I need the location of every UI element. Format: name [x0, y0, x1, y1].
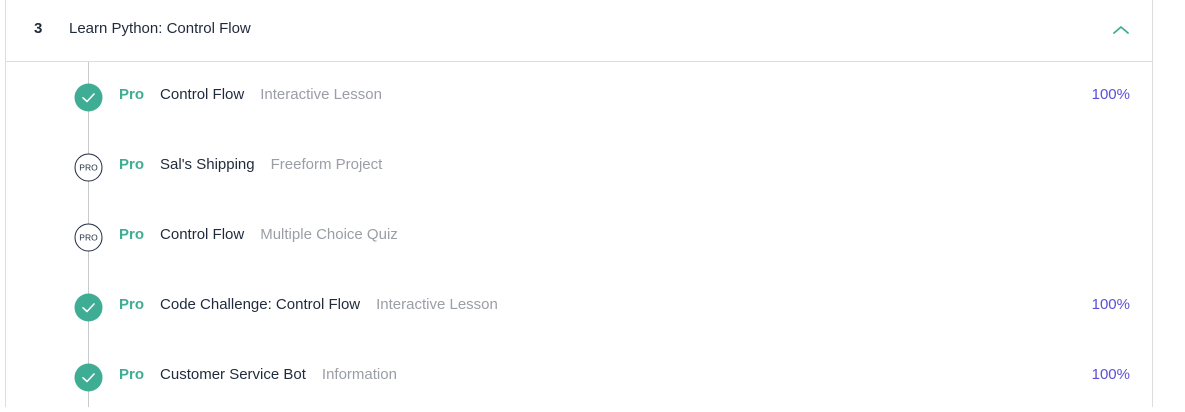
item-title[interactable]: Sal's Shipping: [160, 156, 255, 173]
pro-label: Pro: [119, 366, 145, 383]
pro-badge-text: PRO: [79, 163, 98, 173]
item-text: Pro Customer Service Bot Information: [119, 366, 397, 383]
pro-badge-icon: PRO: [74, 223, 103, 252]
pro-badge-icon: PRO: [74, 153, 103, 182]
module-panel: 3 Learn Python: Control Flow Pro Control …: [5, 0, 1153, 407]
item-type: Interactive Lesson: [376, 296, 498, 313]
list-item[interactable]: PRO Pro Control Flow Multiple Choice Quiz: [6, 202, 1152, 272]
list-item[interactable]: Pro Control Flow Interactive Lesson 100%: [6, 62, 1152, 132]
item-type: Multiple Choice Quiz: [260, 226, 398, 243]
item-type: Freeform Project: [270, 156, 383, 173]
item-progress: 100%: [1091, 366, 1130, 383]
item-title[interactable]: Customer Service Bot: [160, 366, 306, 383]
item-title[interactable]: Code Challenge: Control Flow: [160, 296, 360, 313]
chevron-up-icon[interactable]: [1109, 20, 1133, 40]
pro-label: Pro: [119, 156, 145, 173]
item-title[interactable]: Control Flow: [160, 226, 244, 243]
item-text: Pro Control Flow Multiple Choice Quiz: [119, 226, 398, 243]
item-text: Pro Control Flow Interactive Lesson: [119, 86, 382, 103]
pro-label: Pro: [119, 86, 145, 103]
item-progress: 100%: [1091, 86, 1130, 103]
list-item[interactable]: Pro Customer Service Bot Information 100%: [6, 342, 1152, 412]
check-circle-icon: [74, 83, 103, 112]
item-text: Pro Code Challenge: Control Flow Interacti…: [119, 296, 498, 313]
check-circle-icon: [74, 363, 103, 392]
module-header[interactable]: 3 Learn Python: Control Flow: [6, 0, 1152, 62]
pro-label: Pro: [119, 296, 145, 313]
list-item[interactable]: PRO Pro Sal's Shipping Freeform Project: [6, 132, 1152, 202]
module-number: 3: [34, 20, 43, 37]
check-circle-icon: [74, 293, 103, 322]
item-title[interactable]: Control Flow: [160, 86, 244, 103]
item-type: Information: [321, 366, 397, 383]
item-type: Interactive Lesson: [260, 86, 382, 103]
module-title: Learn Python: Control Flow: [69, 20, 251, 37]
pro-badge-text: PRO: [79, 233, 98, 243]
list-item[interactable]: Pro Code Challenge: Control Flow Interacti…: [6, 272, 1152, 342]
item-text: Pro Sal's Shipping Freeform Project: [119, 156, 382, 173]
item-progress: 100%: [1091, 296, 1130, 313]
pro-label: Pro: [119, 226, 145, 243]
